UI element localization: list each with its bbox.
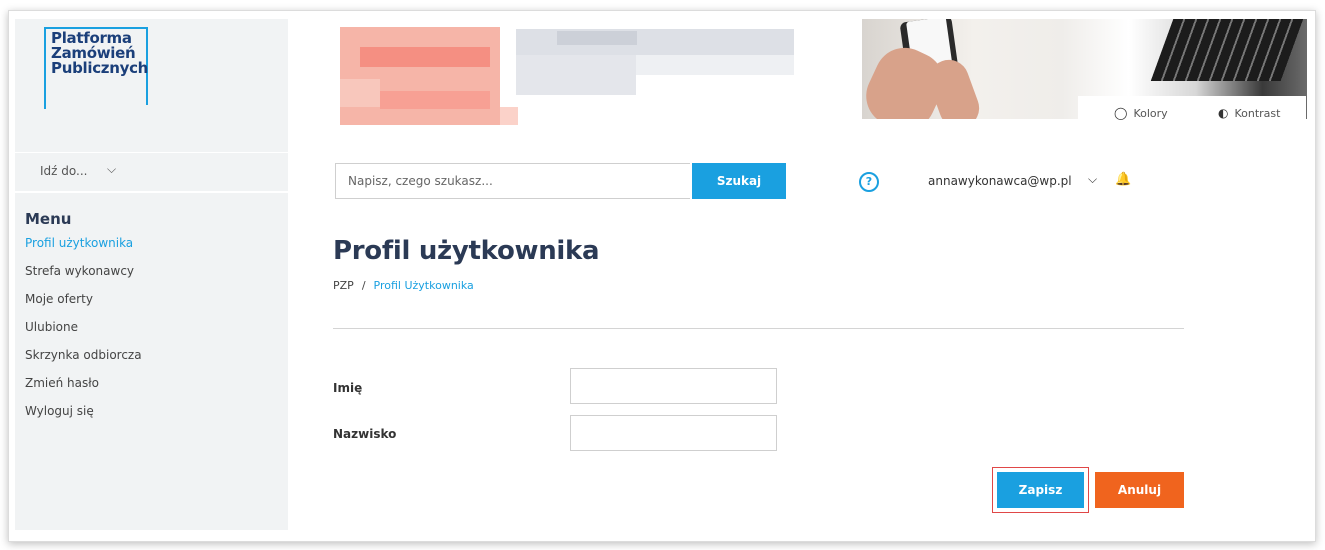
- sidebar-item-contractor-zone[interactable]: Strefa wykonawcy: [25, 264, 142, 292]
- goto-dropdown[interactable]: Idź do... ⌵: [15, 152, 288, 193]
- user-account-menu[interactable]: annawykonawca@wp.pl: [928, 174, 1072, 188]
- palette-icon: ◯: [1114, 106, 1128, 120]
- breadcrumb-current[interactable]: Profil Użytkownika: [374, 279, 474, 292]
- first-name-label: Imię: [333, 381, 363, 395]
- last-name-field[interactable]: [570, 415, 777, 451]
- sidebar-item-inbox[interactable]: Skrzynka odbiorcza: [25, 348, 142, 376]
- sidebar-menu: Menu Profil użytkownika Strefa wykonawcy…: [25, 210, 142, 432]
- save-button[interactable]: Zapisz: [997, 472, 1084, 508]
- chevron-down-icon: ⌵: [107, 162, 117, 176]
- first-name-field[interactable]: [570, 368, 777, 404]
- sidebar-item-favorites[interactable]: Ulubione: [25, 320, 142, 348]
- contrast-toggle[interactable]: ◐ Kontrast: [1218, 106, 1280, 120]
- logo: Platforma Zamówień Publicznych: [51, 31, 148, 76]
- bell-icon[interactable]: 🔔: [1115, 172, 1131, 187]
- divider: [333, 328, 1184, 329]
- colors-label: Kolory: [1133, 107, 1168, 120]
- contrast-icon: ◐: [1218, 106, 1229, 120]
- sidebar-item-profile[interactable]: Profil użytkownika: [25, 236, 142, 264]
- breadcrumb: PZP / Profil Użytkownika: [333, 279, 474, 292]
- menu-title: Menu: [25, 210, 72, 228]
- chevron-down-icon[interactable]: ⌵: [1088, 172, 1097, 187]
- goto-label: Idź do...: [40, 164, 88, 178]
- logo-line-3: Publicznych: [51, 59, 149, 77]
- contrast-label: Kontrast: [1234, 107, 1281, 120]
- logo-area[interactable]: Platforma Zamówień Publicznych: [15, 19, 288, 149]
- page-title: Profil użytkownika: [333, 236, 600, 266]
- breadcrumb-separator: /: [361, 279, 366, 292]
- obscured-banner-image: [332, 19, 802, 129]
- colors-toggle[interactable]: ◯ Kolory: [1114, 106, 1168, 120]
- sidebar-item-my-offers[interactable]: Moje oferty: [25, 292, 142, 320]
- breadcrumb-root[interactable]: PZP: [333, 279, 354, 292]
- sidebar-item-logout[interactable]: Wyloguj się: [25, 404, 142, 432]
- help-icon[interactable]: ?: [859, 172, 879, 192]
- search-button[interactable]: Szukaj: [692, 163, 786, 199]
- cancel-button[interactable]: Anuluj: [1095, 472, 1184, 508]
- last-name-label: Nazwisko: [333, 427, 397, 441]
- sidebar-item-change-password[interactable]: Zmień hasło: [25, 376, 142, 404]
- search-input[interactable]: [335, 163, 690, 199]
- accessibility-bar: ◯ Kolory ◐ Kontrast: [1078, 96, 1306, 130]
